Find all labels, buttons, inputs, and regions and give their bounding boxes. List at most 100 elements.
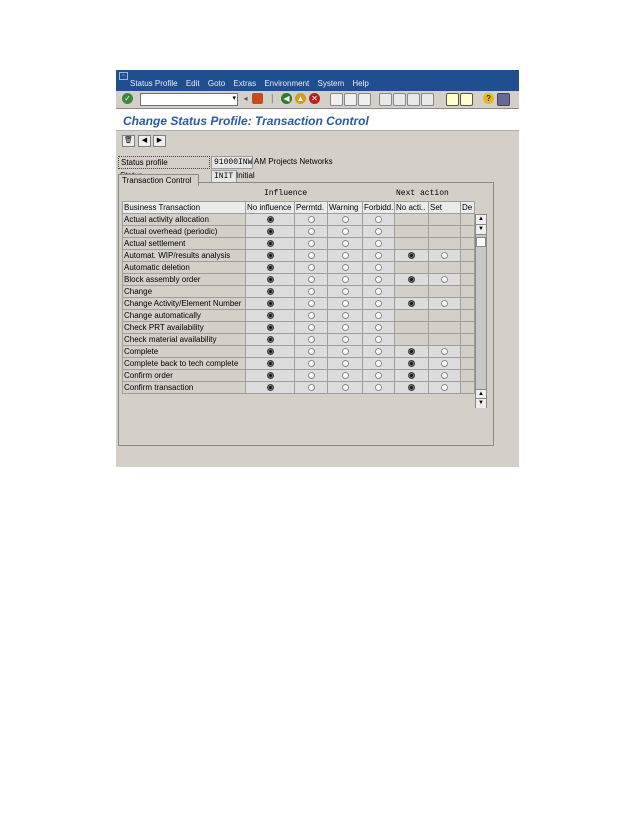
influence-radio[interactable] [307,348,315,356]
influence-radio[interactable] [266,264,274,272]
influence-radio[interactable] [307,360,315,368]
influence-radio[interactable] [266,372,274,380]
find-next-icon[interactable] [358,93,371,106]
influence-radio[interactable] [375,228,382,236]
next-action-radio[interactable] [408,360,415,368]
help-icon[interactable]: ? [483,93,494,104]
influence-radio[interactable] [266,324,274,332]
next-action-radio[interactable] [441,384,448,392]
menu-help[interactable]: Help [352,79,368,88]
influence-radio[interactable] [307,384,315,392]
influence-radio[interactable] [341,360,349,368]
column-header[interactable]: De [460,201,475,214]
influence-radio[interactable] [266,360,274,368]
influence-radio[interactable] [341,324,349,332]
influence-radio[interactable] [341,288,349,296]
influence-radio[interactable] [341,300,349,308]
menu-edit[interactable]: Edit [186,79,200,88]
influence-radio[interactable] [341,336,349,344]
influence-radio[interactable] [375,336,382,344]
delete-icon[interactable]: 🗑 [122,135,135,147]
influence-radio[interactable] [375,348,382,356]
influence-radio[interactable] [307,336,315,344]
new-session-icon[interactable] [446,93,459,106]
last-page-icon[interactable] [421,93,434,106]
next-action-radio[interactable] [408,300,415,308]
layout-menu-icon[interactable] [497,93,510,106]
back-icon[interactable]: ◀ [281,93,292,104]
next-action-radio[interactable] [441,348,448,356]
influence-radio[interactable] [341,252,349,260]
influence-radio[interactable] [307,324,315,332]
column-header[interactable]: No influence [245,201,295,214]
shortcut-icon[interactable] [460,93,473,106]
menu-system[interactable]: System [317,79,344,88]
influence-radio[interactable] [375,216,382,224]
transaction-control-tab[interactable]: Transaction Control [118,174,199,186]
find-icon[interactable] [344,93,357,106]
influence-radio[interactable] [307,300,315,308]
system-menu-icon[interactable]: ▫ [119,72,128,80]
influence-radio[interactable] [307,240,315,248]
cancel-icon[interactable]: ✕ [309,93,320,104]
status-profile-field[interactable]: 91000INW [211,156,253,169]
influence-radio[interactable] [266,228,274,236]
next-action-radio[interactable] [408,276,415,284]
influence-radio[interactable] [307,288,315,296]
menu-goto[interactable]: Goto [208,79,225,88]
next-icon[interactable]: ▶ [153,135,166,147]
next-action-radio[interactable] [408,372,415,380]
first-page-icon[interactable] [379,93,392,106]
print-icon[interactable] [330,93,343,106]
enter-icon[interactable]: ✓ [122,93,133,104]
influence-radio[interactable] [375,276,382,284]
influence-radio[interactable] [307,216,315,224]
influence-radio[interactable] [307,252,315,260]
influence-radio[interactable] [307,228,315,236]
next-page-icon[interactable] [407,93,420,106]
influence-radio[interactable] [341,276,349,284]
menu-environment[interactable]: Environment [264,79,309,88]
influence-radio[interactable] [375,384,382,392]
influence-radio[interactable] [375,252,382,260]
influence-radio[interactable] [375,240,382,248]
column-header[interactable]: Warning [327,201,363,214]
previous-icon[interactable]: ◀ [138,135,151,147]
influence-radio[interactable] [341,216,349,224]
influence-radio[interactable] [341,312,349,320]
menu-extras[interactable]: Extras [233,79,256,88]
scroll-page-down-icon[interactable]: ▼ [476,225,486,235]
influence-radio[interactable] [375,288,382,296]
save-icon[interactable] [252,93,263,104]
influence-radio[interactable] [375,312,382,320]
scroll-down-icon[interactable]: ▼ [476,398,486,408]
command-field[interactable]: ▾ [140,93,238,106]
menu-status-profile[interactable]: Status Profile [130,79,178,88]
column-header[interactable]: Forbidd. [362,201,395,214]
command-history-icon[interactable]: ▾ [232,94,236,102]
scroll-up-icon[interactable]: ▲ [476,215,486,225]
influence-radio[interactable] [266,216,274,224]
exit-icon[interactable]: ▲ [295,93,306,104]
influence-radio[interactable] [307,312,315,320]
next-action-radio[interactable] [441,252,448,260]
influence-radio[interactable] [375,372,382,380]
column-header[interactable]: Set [428,201,461,214]
next-action-radio[interactable] [408,384,415,392]
influence-radio[interactable] [307,276,315,284]
column-header[interactable]: Business Transaction [122,201,246,214]
influence-radio[interactable] [375,300,382,308]
influence-radio[interactable] [341,384,349,392]
next-action-radio[interactable] [441,360,448,368]
influence-radio[interactable] [375,324,382,332]
next-action-radio[interactable] [408,348,415,356]
influence-radio[interactable] [266,276,274,284]
column-header[interactable]: No acti.. [394,201,429,214]
next-action-radio[interactable] [441,372,448,380]
next-action-radio[interactable] [441,276,448,284]
scroll-thumb[interactable] [476,237,486,247]
influence-radio[interactable] [266,336,274,344]
influence-radio[interactable] [266,252,274,260]
influence-radio[interactable] [266,384,274,392]
influence-radio[interactable] [266,300,274,308]
